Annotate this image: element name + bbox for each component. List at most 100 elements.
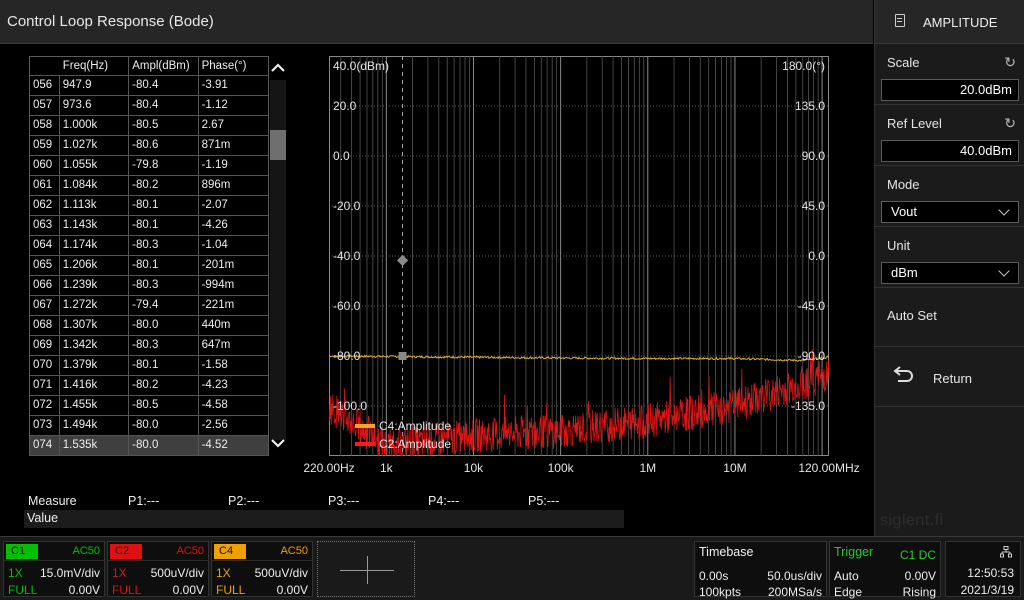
row-phase: -1.58 bbox=[201, 359, 228, 371]
table-row[interactable]: 062 1.113k -80.1 -2.07 bbox=[30, 196, 268, 216]
table-row[interactable]: 056 947.9 -80.4 -3.91 bbox=[30, 76, 268, 96]
row-freq: 1.379k bbox=[60, 356, 130, 375]
channel-bandwidth: FULL bbox=[112, 583, 142, 597]
table-row[interactable]: 064 1.174k -80.3 -1.04 bbox=[30, 236, 268, 256]
table-row[interactable]: 067 1.272k -79.4 -221m bbox=[30, 296, 268, 316]
right-axis-tick-label: -90.0 bbox=[798, 349, 826, 363]
return-button[interactable]: Return bbox=[875, 347, 1024, 407]
table-row[interactable]: 057 973.6 -80.4 -1.12 bbox=[30, 96, 268, 116]
row-index: 058 bbox=[30, 116, 60, 135]
table-row[interactable]: 058 1.000k -80.5 2.67 bbox=[30, 116, 268, 136]
left-axis-tick-label: -20.0 bbox=[333, 199, 361, 213]
table-row[interactable]: 065 1.206k -80.1 -201m bbox=[30, 256, 268, 276]
row-freq: 1.455k bbox=[60, 396, 130, 415]
table-row[interactable]: 066 1.239k -80.3 -994m bbox=[30, 276, 268, 296]
table-row[interactable]: 072 1.455k -80.5 -4.58 bbox=[30, 396, 268, 416]
trigger-mode: Auto bbox=[834, 569, 859, 583]
table-row[interactable]: 070 1.379k -80.1 -1.58 bbox=[30, 356, 268, 376]
status-bar: C1 AC50 1X 15.0mV/div FULL 0.00V C2 AC50 1X 500uV… bbox=[0, 536, 1024, 600]
unit-setting[interactable]: Unit dBm bbox=[875, 227, 1024, 288]
row-freq: 947.9 bbox=[60, 76, 130, 95]
column-header-freq: Freq(Hz) bbox=[60, 57, 130, 75]
ref-level-setting[interactable]: Ref Level ↻ 40.0dBm bbox=[875, 105, 1024, 166]
reset-ref-level-icon[interactable]: ↻ bbox=[1004, 115, 1016, 132]
measure-label: Measure bbox=[28, 494, 77, 508]
mode-select[interactable]: Vout bbox=[881, 201, 1019, 223]
row-phase: 647m bbox=[201, 339, 231, 351]
channel-divider bbox=[108, 560, 208, 561]
amplitude-menu-title: AMPLITUDE bbox=[923, 15, 998, 30]
x-axis-tick-label: 10k bbox=[463, 461, 484, 475]
row-ampl: -79.8 bbox=[129, 156, 199, 175]
row-ampl: -80.1 bbox=[129, 256, 199, 275]
row-index: 059 bbox=[30, 136, 60, 155]
channel-divider bbox=[212, 560, 312, 561]
measure-p2: P2:--- bbox=[228, 494, 260, 508]
table-row[interactable]: 074 1.535k -80.0 -4.52 bbox=[30, 436, 268, 456]
channel-probe: 1X bbox=[8, 566, 23, 580]
row-freq: 1.272k bbox=[60, 296, 130, 315]
column-header-ampl: Ampl(dBm) bbox=[129, 57, 199, 75]
auto-set-button[interactable]: Auto Set bbox=[875, 288, 1024, 347]
table-row[interactable]: 063 1.143k -80.1 -4.26 bbox=[30, 216, 268, 236]
trigger-source: C1 DC bbox=[899, 548, 936, 562]
scale-value-field[interactable]: 20.0dBm bbox=[881, 79, 1019, 101]
clock-time: 12:50:53 bbox=[967, 566, 1014, 580]
return-label: Return bbox=[933, 371, 973, 386]
trigger-slope: Rising bbox=[902, 585, 936, 599]
table-row[interactable]: 068 1.307k -80.0 440m bbox=[30, 316, 268, 336]
mode-selected-value: Vout bbox=[891, 204, 918, 219]
trigger-title: Trigger bbox=[834, 545, 874, 559]
table-row[interactable]: 073 1.494k -80.0 -2.56 bbox=[30, 416, 268, 436]
trigger-box[interactable]: Trigger C1 DC Auto 0.00V Edge Rising bbox=[829, 541, 941, 599]
row-phase: -3.91 bbox=[201, 79, 228, 91]
ref-level-value-field[interactable]: 40.0dBm bbox=[881, 140, 1019, 162]
row-phase: -4.52 bbox=[201, 439, 228, 451]
row-index: 063 bbox=[30, 216, 60, 235]
amplitude-menu-header[interactable]: AMPLITUDE bbox=[875, 0, 1024, 44]
row-freq: 1.143k bbox=[60, 216, 130, 235]
table-row[interactable]: 069 1.342k -80.3 647m bbox=[30, 336, 268, 356]
scale-label: Scale bbox=[887, 55, 920, 70]
row-phase: -4.26 bbox=[201, 219, 228, 231]
network-icon bbox=[1000, 546, 1012, 558]
table-row[interactable]: 071 1.416k -80.2 -4.23 bbox=[30, 376, 268, 396]
table-row[interactable]: 059 1.027k -80.6 871m bbox=[30, 136, 268, 156]
channel-box-c4[interactable]: C4 AC50 1X 500uV/div FULL 0.00V bbox=[211, 541, 313, 597]
row-ampl: -80.1 bbox=[129, 216, 199, 235]
measure-p4: P4:--- bbox=[428, 494, 460, 508]
row-ampl: -80.1 bbox=[129, 356, 199, 375]
mode-setting[interactable]: Mode Vout bbox=[875, 166, 1024, 227]
reset-scale-icon[interactable]: ↻ bbox=[1004, 54, 1016, 71]
timebase-scale: 50.0us/div bbox=[767, 569, 822, 583]
scroll-thumb[interactable] bbox=[270, 130, 286, 160]
scroll-up-icon[interactable] bbox=[271, 61, 285, 75]
row-index: 067 bbox=[30, 296, 60, 315]
title-bar: Control Loop Response (Bode) bbox=[0, 0, 873, 44]
channel-offset: 0.00V bbox=[172, 583, 204, 597]
bode-plot[interactable]: 20.0 0.0 -20.0 -40.0 -60.0 -80.0 -100.0 135.0 90… bbox=[328, 56, 830, 458]
measure-p3: P3:--- bbox=[328, 494, 360, 508]
channel-box-c1[interactable]: C1 AC50 1X 15.0mV/div FULL 0.00V bbox=[3, 541, 105, 597]
right-axis-tick-label: 90.0 bbox=[802, 149, 826, 163]
scroll-down-icon[interactable] bbox=[271, 436, 285, 450]
row-freq: 1.239k bbox=[60, 276, 130, 295]
unit-select[interactable]: dBm bbox=[881, 262, 1019, 284]
add-channel-button[interactable] bbox=[317, 541, 415, 597]
unit-selected-value: dBm bbox=[891, 265, 918, 280]
timebase-box[interactable]: Timebase 0.00s 50.0us/div 100kpts 200MSa… bbox=[694, 541, 827, 599]
row-freq: 1.027k bbox=[60, 136, 130, 155]
legend-swatch bbox=[355, 442, 375, 446]
x-axis-tick-label: 1k bbox=[379, 461, 393, 475]
table-row[interactable]: 060 1.055k -79.8 -1.19 bbox=[30, 156, 268, 176]
clock-box[interactable]: 12:50:53 2021/3/19 bbox=[945, 541, 1021, 597]
row-ampl: -80.3 bbox=[129, 336, 199, 355]
row-index: 070 bbox=[30, 356, 60, 375]
scale-setting[interactable]: Scale ↻ 20.0dBm bbox=[875, 44, 1024, 105]
channel-box-c2[interactable]: C2 AC50 1X 500uV/div FULL 0.00V bbox=[107, 541, 209, 597]
left-axis-tick-label: -100.0 bbox=[333, 399, 367, 413]
table-row[interactable]: 061 1.084k -80.2 896m bbox=[30, 176, 268, 196]
watermark: siglent.fi bbox=[880, 512, 944, 529]
table-scrollbar[interactable] bbox=[269, 56, 287, 456]
channel-probe: 1X bbox=[112, 566, 127, 580]
